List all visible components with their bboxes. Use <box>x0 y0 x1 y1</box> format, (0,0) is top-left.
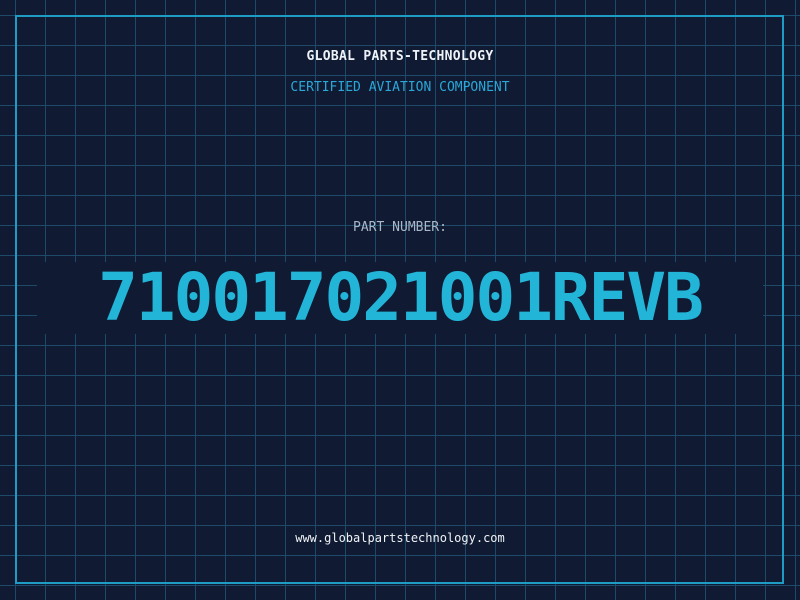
website-url: www.globalpartstechnology.com <box>295 531 505 545</box>
part-number-value: 710017021001REVB <box>98 259 704 336</box>
part-number-label: PART NUMBER: <box>353 220 447 235</box>
certification-tagline: CERTIFIED AVIATION COMPONENT <box>290 80 510 95</box>
company-name: GLOBAL PARTS-TECHNOLOGY <box>306 49 494 64</box>
